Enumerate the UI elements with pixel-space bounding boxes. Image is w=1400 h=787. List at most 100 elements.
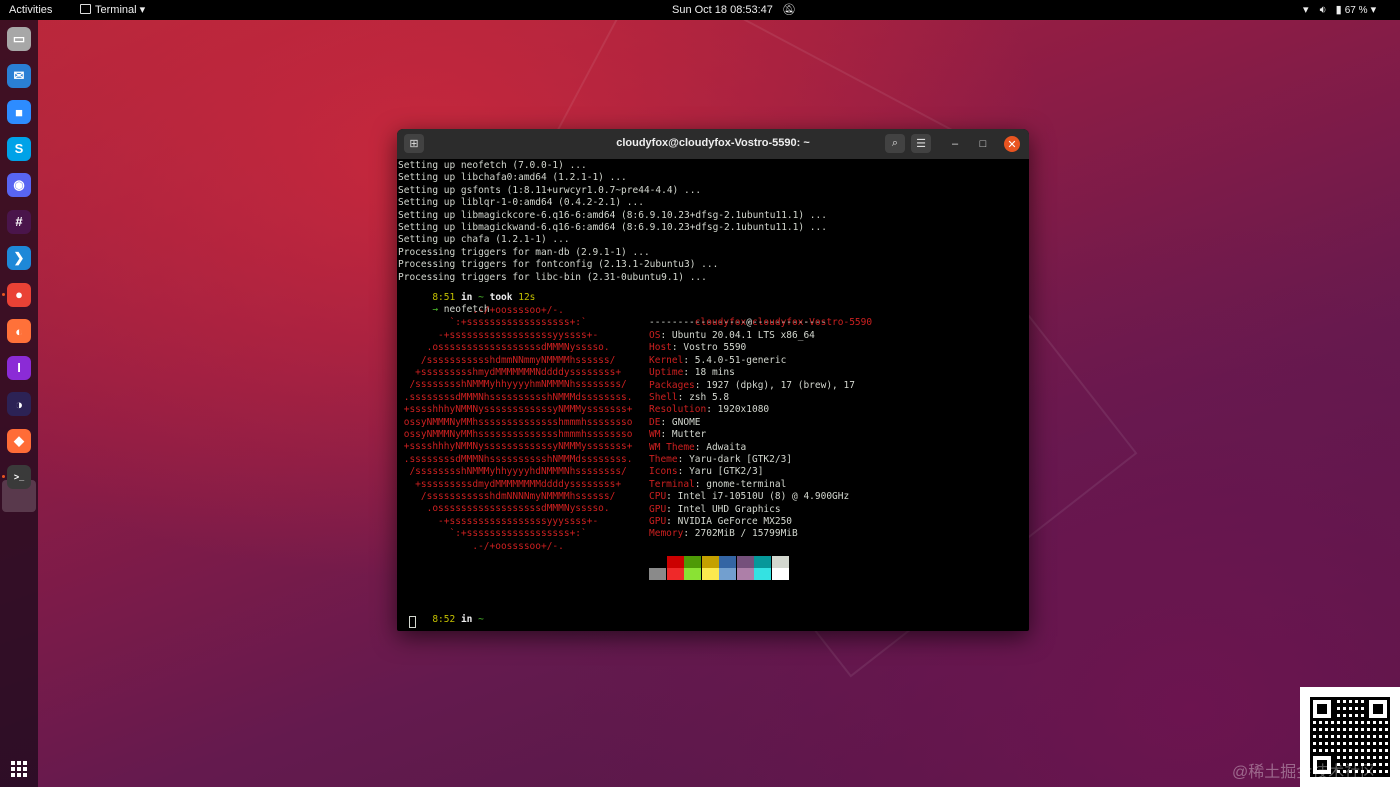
color-swatch xyxy=(649,556,666,568)
eclipse-icon: ◑ xyxy=(15,396,23,412)
neofetch-field: GPU: NVIDIA GeForce MX250 xyxy=(649,516,793,527)
neofetch-field: Kernel: 5.4.0-51-generic xyxy=(649,354,787,366)
logo-line: +sssssssssdmydMMMMMMMMddddyssssssss+ xyxy=(398,478,622,490)
neofetch-field: CPU: Intel i7-10510U (8) @ 4.900GHz xyxy=(649,491,850,503)
color-swatch xyxy=(754,556,771,568)
zoom-icon: ■ xyxy=(15,104,23,120)
neofetch-field: Uptime: 18 mins xyxy=(649,367,735,379)
logo-line: /sssssssshNMMMyhhyyyyhdNMMMNhssssssss/ xyxy=(398,466,627,478)
color-swatch xyxy=(771,556,789,568)
clock[interactable]: Sun Oct 18 08:53:47 🔕︎ xyxy=(672,3,796,17)
app-menu-label: Terminal xyxy=(95,4,137,16)
watermark: @稀土掘金技术社区 xyxy=(1232,764,1377,781)
dock: ▭ ✉ ■ S ◉ # ❯ ● ◐ I ◑ ◆ >_ xyxy=(0,20,38,787)
logo-line: /sssssssshNMMMyhhyyyyhmNMMMNhssssssss/ xyxy=(398,379,627,391)
hamburger-icon: ☰ xyxy=(916,138,926,150)
chevron-down-icon: ▾ xyxy=(136,4,146,16)
prompt-line: 8:51 in ~ took 12s xyxy=(432,292,536,303)
output-line: Setting up gsfonts (1:8.11+urwcyr1.0.7~p… xyxy=(398,184,702,196)
dock-app-postman[interactable]: ◆ xyxy=(7,428,31,453)
dock-app-skype[interactable]: S xyxy=(7,136,31,161)
neofetch-field: DE: GNOME xyxy=(649,416,701,428)
chrome-icon: ● xyxy=(15,287,23,302)
window-title: cloudyfox@cloudyfox-Vostro-5590: ~ xyxy=(616,137,810,149)
color-swatch xyxy=(701,568,719,580)
show-applications-button[interactable] xyxy=(11,761,27,777)
neofetch-field: WM Theme: Adwaita xyxy=(649,441,747,453)
color-swatch xyxy=(684,556,701,568)
output-line: Setting up libchafa0:amd64 (1.2.1-1) ... xyxy=(398,172,627,184)
top-bar: Activities Terminal ▾ Sun Oct 18 08:53:4… xyxy=(0,0,1400,20)
output-line: Setting up libmagickcore-6.q16-6:amd64 (… xyxy=(398,209,827,221)
logo-line: /ssssssssssshdmmNNmmyNMMMMhssssss/ xyxy=(398,354,616,366)
neofetch-field: OS: Ubuntu 20.04.1 LTS x86_64 xyxy=(649,330,815,341)
output-line: Processing triggers for fontconfig (2.13… xyxy=(398,259,719,271)
notifications-off-icon: 🔕︎ xyxy=(781,4,796,16)
output-line: Setting up neofetch (7.0.0-1) ... xyxy=(398,160,587,171)
color-swatch xyxy=(666,568,684,580)
color-swatch xyxy=(719,568,736,580)
dock-app-terminal[interactable]: >_ xyxy=(7,465,31,489)
neofetch-field: Memory: 2702MiB / 15799MiB xyxy=(649,528,798,540)
chevron-down-icon: ▾ xyxy=(1370,4,1377,16)
color-swatch xyxy=(666,556,684,568)
color-swatch xyxy=(736,556,754,568)
logo-line: +sssshhhyNMMNyssssssssssssyNMMMysssssss+ xyxy=(398,441,633,453)
system-menu[interactable]: ▾ 🔉︎ ▮ 67 % ▾ xyxy=(1303,3,1376,17)
maximize-button[interactable]: □ xyxy=(975,136,991,152)
logo-line: `:+ssssssssssssssssss+:` xyxy=(398,528,587,540)
logo-line: ossyNMMMNyMMhsssssssssssssshmmmhssssssso xyxy=(398,429,633,440)
color-swatch xyxy=(736,568,754,580)
thunderbird-icon: ✉ xyxy=(13,67,25,83)
dock-app-vscode[interactable]: ❯ xyxy=(7,246,31,270)
logo-line: ossyNMMMNyMMhsssssssssssssshmmmhssssssso xyxy=(398,416,633,428)
neofetch-field: WM: Mutter xyxy=(649,429,707,441)
app-menu[interactable]: Terminal ▾ xyxy=(80,3,145,17)
menu-button[interactable]: ☰ xyxy=(911,134,931,153)
wifi-icon: ▾ xyxy=(1303,4,1309,16)
neofetch-field: GPU: Intel UHD Graphics xyxy=(649,503,781,515)
minimize-button[interactable]: – xyxy=(947,136,963,152)
dock-app-discord[interactable]: ◉ xyxy=(7,173,31,197)
output-line: Setting up chafa (1.2.1-1) ... xyxy=(398,234,570,246)
dock-app-intellij[interactable]: I xyxy=(7,355,31,380)
clock-label: Sun Oct 18 08:53:47 xyxy=(672,4,773,16)
neofetch-field: Terminal: gnome-terminal xyxy=(649,478,787,490)
terminal-content[interactable]: Setting up neofetch (7.0.0-1) ... Setting… xyxy=(398,160,1028,631)
dock-app-slack[interactable]: # xyxy=(7,209,31,234)
intellij-icon: I xyxy=(17,360,21,375)
neofetch-header: cloudyfox@cloudyfox-Vostro-5590 xyxy=(694,317,873,328)
text-cursor xyxy=(409,616,416,628)
logo-line: /ssssssssssshdmNNNNmyNMMMMhssssss/ xyxy=(398,491,616,502)
logo-line: +ssssssssshmydMMMMMMMNddddyssssssss+ xyxy=(398,367,622,378)
dock-app-zoom[interactable]: ■ xyxy=(7,100,31,124)
input-line[interactable]: → xyxy=(398,615,438,631)
discord-icon: ◉ xyxy=(13,177,25,192)
slack-icon: # xyxy=(15,214,23,229)
vscode-icon: ❯ xyxy=(13,250,25,265)
dock-app-firefox[interactable]: ◐ xyxy=(7,319,31,343)
neofetch-field: Packages: 1927 (dpkg), 17 (brew), 17 xyxy=(649,379,855,391)
color-swatch xyxy=(771,568,789,580)
dock-app-thunderbird[interactable]: ✉ xyxy=(7,63,31,88)
dock-app-files[interactable]: ▭ xyxy=(7,27,31,51)
color-swatch xyxy=(719,556,736,568)
neofetch-field: Host: Vostro 5590 xyxy=(649,342,747,354)
dock-app-eclipse[interactable]: ◑ xyxy=(7,392,31,416)
logo-line: -+sssssssssssssssssyyyssss+- xyxy=(398,515,599,527)
terminal-window[interactable]: ⊞ cloudyfox@cloudyfox-Vostro-5590: ~ ⌕ ☰… xyxy=(397,129,1029,631)
logo-line: -+ssssssssssssssssssyyssss+- xyxy=(398,329,599,341)
title-bar[interactable]: ⊞ cloudyfox@cloudyfox-Vostro-5590: ~ ⌕ ☰… xyxy=(397,129,1029,159)
logo-line: .-/+oossssoo+/-. xyxy=(398,305,564,316)
battery-icon: ▮ xyxy=(1335,4,1342,16)
logo-line: .ossssssssssssssssssdMMMNysssso. xyxy=(398,342,610,354)
logo-line: `:+ssssssssssssssssss+:` xyxy=(398,317,587,329)
activities-button[interactable]: Activities xyxy=(9,3,52,17)
firefox-icon: ◐ xyxy=(15,323,23,339)
close-button[interactable]: ✕ xyxy=(1004,136,1020,152)
neofetch-field: Shell: zsh 5.8 xyxy=(649,392,730,403)
neofetch-field: Resolution: 1920x1080 xyxy=(649,404,770,416)
terminal-icon xyxy=(80,4,91,14)
dock-app-chrome[interactable]: ● xyxy=(7,282,31,307)
search-button[interactable]: ⌕ xyxy=(885,134,905,153)
